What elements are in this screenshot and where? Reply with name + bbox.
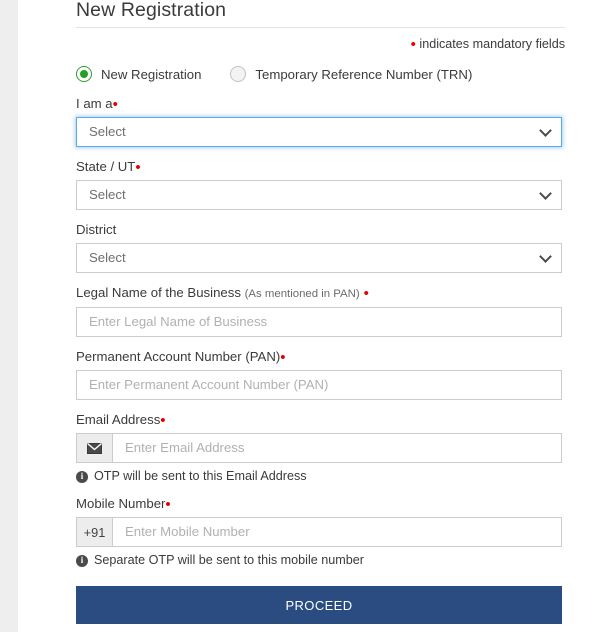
required-marker-icon: • xyxy=(280,349,286,366)
select-district-value: Select xyxy=(89,250,126,265)
label-state-ut: State / UT• xyxy=(76,159,566,175)
registration-type-radio-group: New Registration Temporary Reference Num… xyxy=(76,64,566,84)
required-marker-icon: • xyxy=(112,96,118,113)
input-email-wrap[interactable]: Enter Email Address xyxy=(76,433,562,463)
title-divider xyxy=(76,27,565,28)
field-mobile: Mobile Number• +91 Enter Mobile Number i… xyxy=(76,496,566,568)
proceed-button[interactable]: PROCEED xyxy=(76,586,562,624)
mobile-otp-hint: i Separate OTP will be sent to this mobi… xyxy=(76,553,566,568)
label-legal-name-subtext: (As mentioned in PAN) xyxy=(244,288,360,300)
label-legal-name: Legal Name of the Business (As mentioned… xyxy=(76,285,566,302)
radio-option-trn[interactable]: Temporary Reference Number (TRN) xyxy=(230,66,472,82)
input-email[interactable]: Enter Email Address xyxy=(113,434,561,462)
page-title: New Registration xyxy=(76,0,227,21)
input-pan-wrap[interactable]: Enter Permanent Account Number (PAN) xyxy=(76,370,562,400)
registration-card: New Registration • indicates mandatory f… xyxy=(18,0,602,632)
page-root: New Registration • indicates mandatory f… xyxy=(0,0,602,632)
mandatory-note-text: indicates mandatory fields xyxy=(419,37,565,51)
proceed-button-container: PROCEED xyxy=(76,586,566,624)
input-legal-name-wrap[interactable]: Enter Legal Name of Business xyxy=(76,307,562,337)
label-state-ut-text: State / UT xyxy=(76,159,136,174)
radio-selected-icon[interactable] xyxy=(76,66,92,82)
input-mobile[interactable]: Enter Mobile Number xyxy=(113,518,561,546)
field-district: District Select xyxy=(76,222,566,273)
field-email: Email Address• Enter Email Address i OTP… xyxy=(76,412,566,484)
field-state-ut: State / UT• Select xyxy=(76,159,566,210)
select-i-am-a-value: Select xyxy=(89,124,126,139)
required-marker-icon: • xyxy=(135,159,141,176)
info-icon: i xyxy=(76,470,88,483)
radio-unselected-icon[interactable] xyxy=(230,66,247,82)
required-marker-icon: • xyxy=(165,496,171,513)
select-district[interactable]: Select xyxy=(76,243,562,273)
email-otp-hint-text: OTP will be sent to this Email Address xyxy=(94,469,307,483)
field-legal-name: Legal Name of the Business (As mentioned… xyxy=(76,285,566,337)
input-legal-name[interactable]: Enter Legal Name of Business xyxy=(77,308,561,336)
mobile-otp-hint-text: Separate OTP will be sent to this mobile… xyxy=(94,553,364,567)
radio-option-new-registration[interactable]: New Registration xyxy=(76,66,201,82)
email-otp-hint: i OTP will be sent to this Email Address xyxy=(76,469,566,484)
label-pan-text: Permanent Account Number (PAN) xyxy=(76,349,281,364)
envelope-icon xyxy=(77,434,113,462)
label-district-text: District xyxy=(76,222,117,237)
label-legal-name-text: Legal Name of the Business xyxy=(76,285,241,300)
form-container: New Registration • indicates mandatory f… xyxy=(76,0,566,624)
label-i-am-a-text: I am a xyxy=(76,96,113,111)
country-code-prefix: +91 xyxy=(77,518,113,546)
radio-label-new-registration: New Registration xyxy=(101,66,202,82)
required-marker-icon: • xyxy=(363,285,369,302)
mandatory-marker-icon: • xyxy=(410,36,416,53)
radio-label-trn: Temporary Reference Number (TRN) xyxy=(255,66,473,82)
input-mobile-wrap[interactable]: +91 Enter Mobile Number xyxy=(76,517,562,547)
info-icon: i xyxy=(76,554,88,567)
mandatory-fields-note: • indicates mandatory fields xyxy=(76,36,565,53)
input-pan[interactable]: Enter Permanent Account Number (PAN) xyxy=(77,371,561,399)
field-i-am-a: I am a• Select xyxy=(76,96,566,147)
required-marker-icon: • xyxy=(160,412,166,429)
label-district: District xyxy=(76,222,566,238)
label-mobile-text: Mobile Number xyxy=(76,496,166,511)
label-email: Email Address• xyxy=(76,412,566,428)
select-i-am-a[interactable]: Select xyxy=(76,117,562,147)
label-pan: Permanent Account Number (PAN)• xyxy=(76,349,566,365)
label-mobile: Mobile Number• xyxy=(76,496,566,512)
label-email-text: Email Address xyxy=(76,412,161,427)
field-pan: Permanent Account Number (PAN)• Enter Pe… xyxy=(76,349,566,400)
label-i-am-a: I am a• xyxy=(76,96,566,112)
select-state-ut[interactable]: Select xyxy=(76,180,562,210)
select-state-ut-value: Select xyxy=(89,187,126,202)
